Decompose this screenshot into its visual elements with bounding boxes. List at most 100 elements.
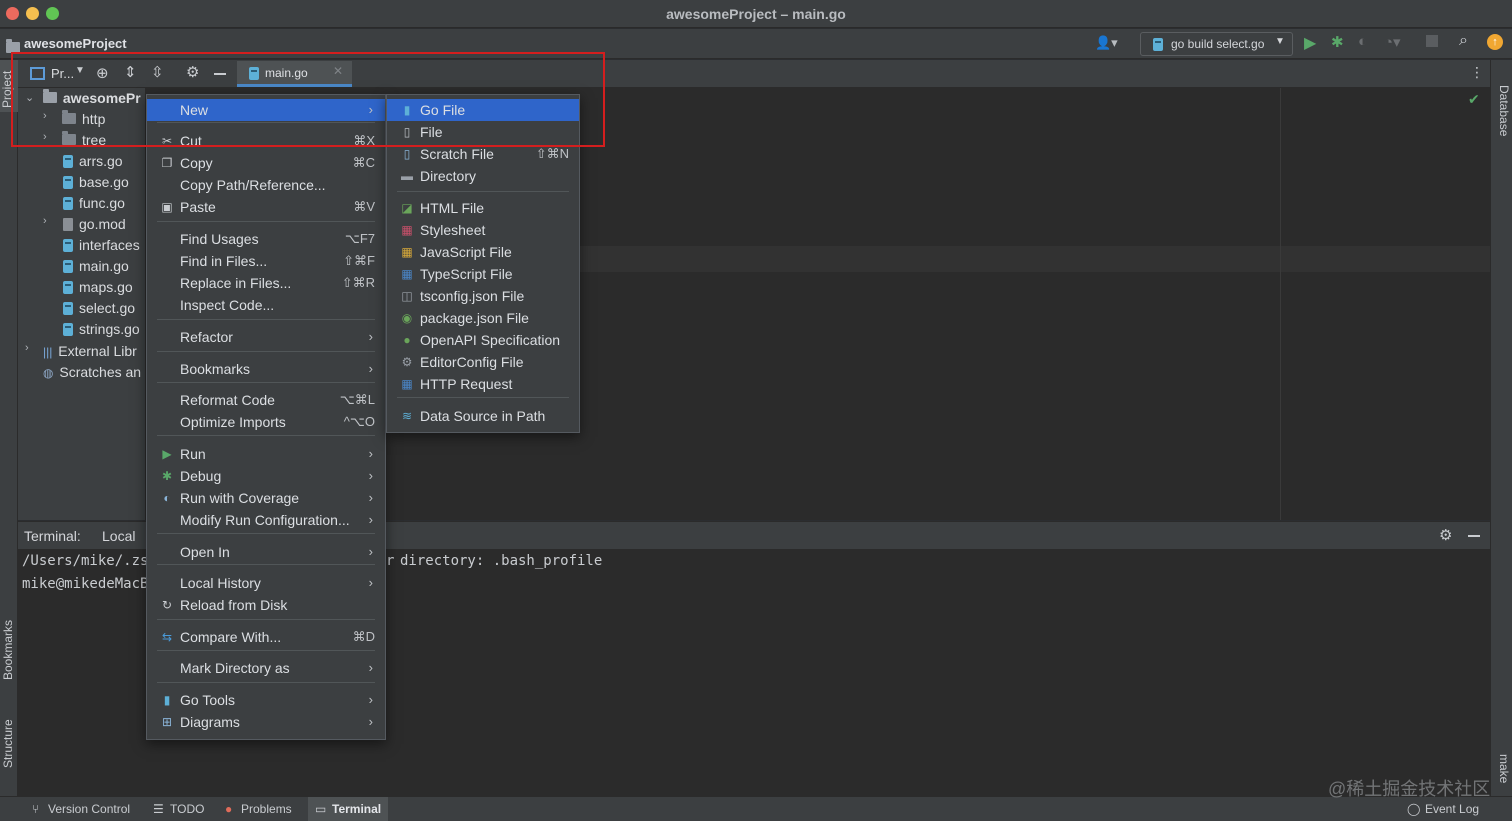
bookmarks-tool-label[interactable]: Bookmarks: [1, 620, 15, 680]
menu-item-optimize-imports[interactable]: Optimize Imports ^⌥O: [147, 411, 385, 433]
chevron-down-icon[interactable]: ⌄: [25, 91, 34, 104]
menu-item-copy-path-reference[interactable]: Copy Path/Reference...: [147, 174, 385, 196]
problems-tab[interactable]: Problems: [241, 802, 292, 816]
tree-item[interactable]: tree: [62, 130, 106, 150]
event-log-tab[interactable]: Event Log: [1425, 802, 1479, 816]
tree-item[interactable]: maps.go: [63, 277, 133, 297]
hide-panel-icon[interactable]: [214, 73, 226, 75]
chevron-right-icon[interactable]: ›: [43, 110, 47, 122]
menu-item-new[interactable]: New ›: [147, 99, 385, 121]
chevron-down-icon[interactable]: ▼: [75, 65, 85, 76]
menu-item-run-with-coverage[interactable]: ◐ Run with Coverage ›: [147, 487, 385, 509]
todo-tab[interactable]: TODO: [170, 802, 204, 816]
menu-item-label: File: [420, 124, 443, 140]
tree-item[interactable]: http: [62, 109, 105, 129]
structure-tool-label[interactable]: Structure: [1, 719, 15, 768]
tree-item[interactable]: main.go: [63, 256, 129, 276]
menu-item-shortcut: ⌥F7: [344, 231, 375, 246]
chevron-right-icon[interactable]: ›: [43, 131, 47, 143]
tree-item[interactable]: func.go: [63, 193, 125, 213]
menu-item-local-history[interactable]: Local History ›: [147, 572, 385, 594]
new-stylesheet[interactable]: ▦ Stylesheet: [387, 219, 579, 241]
tree-item[interactable]: arrs.go: [63, 151, 123, 171]
database-tool-label[interactable]: Database: [1497, 85, 1511, 136]
external-libraries[interactable]: ||| External Libr: [43, 341, 137, 361]
hide-panel-icon[interactable]: [1468, 535, 1480, 537]
new-http-request[interactable]: ▦ HTTP Request: [387, 373, 579, 395]
tree-item[interactable]: base.go: [63, 172, 129, 192]
new-go-file[interactable]: ▮ Go File: [387, 99, 579, 121]
chevron-right-icon[interactable]: ›: [43, 215, 47, 227]
new-data-source-in-path[interactable]: ≋ Data Source in Path: [387, 405, 579, 427]
menu-item-go-tools[interactable]: ▮ Go Tools ›: [147, 689, 385, 711]
tree-item[interactable]: select.go: [63, 298, 135, 318]
menu-item-compare-with[interactable]: ⇆ Compare With... ⌘D: [147, 626, 385, 648]
new-html-file[interactable]: ◪ HTML File: [387, 197, 579, 219]
new-file[interactable]: ▯ File: [387, 121, 579, 143]
menu-item-diagrams[interactable]: ⊞ Diagrams ›: [147, 711, 385, 733]
expand-all-icon[interactable]: ⇕: [124, 63, 137, 81]
menu-item-run[interactable]: ▶ Run ›: [147, 443, 385, 465]
new-javascript-file[interactable]: ▦ JavaScript File: [387, 241, 579, 263]
chevron-right-icon[interactable]: ›: [25, 342, 29, 354]
menu-item-refactor[interactable]: Refactor ›: [147, 326, 385, 348]
new-typescript-file[interactable]: ▦ TypeScript File: [387, 263, 579, 285]
scratches[interactable]: ◍ Scratches an: [43, 362, 141, 382]
new-tsconfig-json-file[interactable]: ◫ tsconfig.json File: [387, 285, 579, 307]
update-icon[interactable]: ↑: [1487, 34, 1503, 50]
menu-item-mark-directory-as[interactable]: Mark Directory as ›: [147, 657, 385, 679]
menu-item-paste[interactable]: ▣ Paste ⌘V: [147, 196, 385, 218]
menu-item-label: Directory: [420, 168, 477, 184]
library-icon: |||: [43, 345, 53, 359]
menu-item-bookmarks[interactable]: Bookmarks ›: [147, 358, 385, 380]
menu-item-shortcut: ⌘D: [352, 629, 375, 644]
go-file-icon: [63, 197, 73, 210]
tree-item[interactable]: interfaces: [63, 235, 140, 255]
new-scratch-file[interactable]: ▯ Scratch File ⇧⌘N: [387, 143, 579, 165]
search-icon[interactable]: ⌕: [1459, 32, 1468, 50]
menu-item-label: Bookmarks: [180, 361, 251, 377]
menu-item-copy[interactable]: ❐ Copy ⌘C: [147, 152, 385, 174]
close-icon[interactable]: ✕: [333, 64, 343, 78]
version-control-tab[interactable]: Version Control: [48, 802, 130, 816]
project-view-icon: [30, 67, 45, 80]
right-tool-strip: Database make: [1490, 60, 1512, 796]
gear-icon[interactable]: ⚙: [186, 63, 199, 81]
menu-item-cut[interactable]: ✂ Cut ⌘X: [147, 130, 385, 152]
new-directory[interactable]: ▬ Directory: [387, 165, 579, 187]
run-icon[interactable]: ▶: [1304, 33, 1316, 53]
menu-item-debug[interactable]: ✱ Debug ›: [147, 465, 385, 487]
terminal-tab-local[interactable]: Local: [102, 528, 135, 544]
project-breadcrumb[interactable]: awesomeProject: [24, 36, 127, 51]
project-tool-label[interactable]: Project: [0, 71, 14, 108]
menu-separator: [157, 564, 375, 565]
menu-item-find-in-files[interactable]: Find in Files... ⇧⌘F: [147, 250, 385, 272]
project-view-select[interactable]: Pr...: [51, 66, 74, 81]
debug-icon[interactable]: ✱: [1331, 33, 1344, 51]
more-options-icon[interactable]: ⋮: [1470, 64, 1484, 81]
menu-item-replace-in-files[interactable]: Replace in Files... ⇧⌘R: [147, 272, 385, 294]
run-configuration-select[interactable]: go build select.go ▼: [1140, 32, 1293, 56]
new-package-json-file[interactable]: ◉ package.json File: [387, 307, 579, 329]
menu-item-modify-run-configuration[interactable]: Modify Run Configuration... ›: [147, 509, 385, 531]
user-icon[interactable]: 👤▾: [1095, 35, 1118, 51]
locate-icon[interactable]: ⊕: [96, 64, 109, 82]
tree-item[interactable]: go.mod: [63, 214, 126, 234]
tree-item[interactable]: strings.go: [63, 319, 140, 339]
stop-icon[interactable]: [1426, 35, 1438, 47]
collapse-all-icon[interactable]: ⇳: [151, 63, 164, 81]
gear-icon[interactable]: ⚙: [1439, 526, 1452, 544]
menu-item-find-usages[interactable]: Find Usages ⌥F7: [147, 228, 385, 250]
tab-main-go[interactable]: main.go ✕: [237, 61, 352, 87]
menu-item-inspect-code[interactable]: Inspect Code...: [147, 294, 385, 316]
menu-item-label: Reload from Disk: [180, 597, 288, 613]
profile-icon[interactable]: ◔▾: [1384, 33, 1401, 51]
new-editorconfig-file[interactable]: ⚙ EditorConfig File: [387, 351, 579, 373]
menu-item-reload-from-disk[interactable]: ↻ Reload from Disk: [147, 594, 385, 616]
menu-item-reformat-code[interactable]: Reformat Code ⌥⌘L: [147, 389, 385, 411]
new-openapi-specification[interactable]: ● OpenAPI Specification: [387, 329, 579, 351]
menu-item-open-in[interactable]: Open In ›: [147, 541, 385, 563]
make-tool-label[interactable]: make: [1497, 754, 1511, 783]
tree-root[interactable]: awesomePr: [43, 88, 141, 108]
coverage-icon[interactable]: ◐: [1358, 33, 1367, 50]
